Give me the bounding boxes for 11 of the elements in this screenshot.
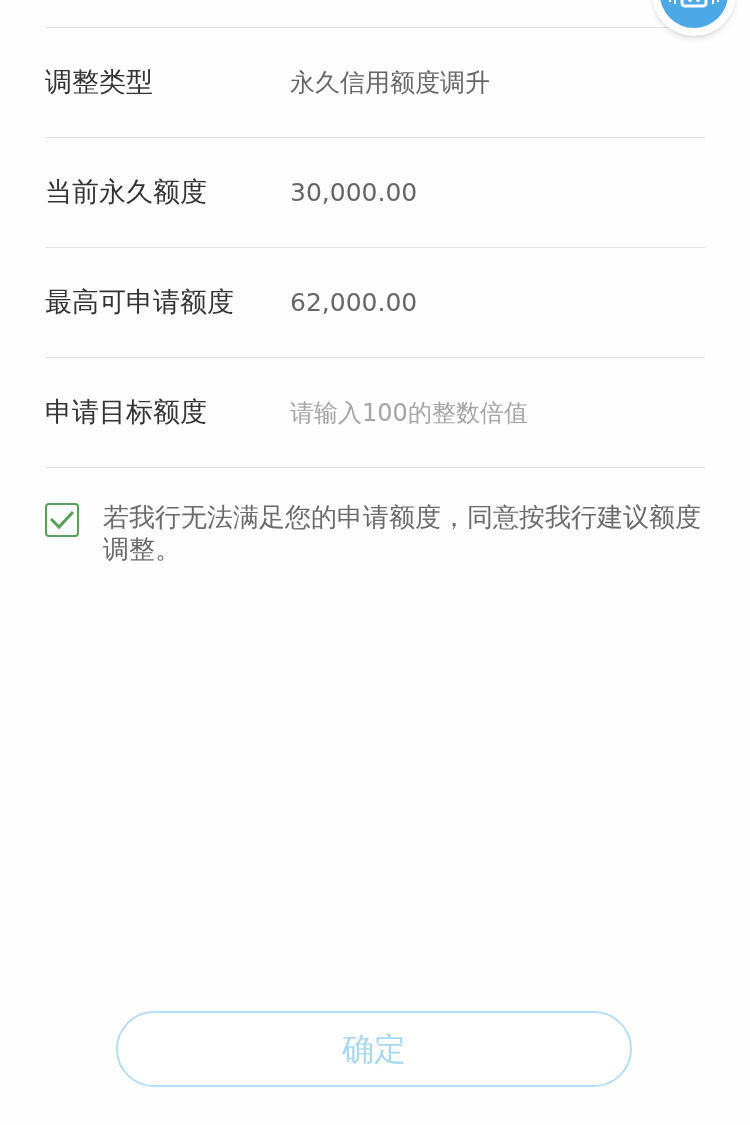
checkbox[interactable] [45,503,79,537]
row-label: 最高可申请额度 [45,285,235,320]
row-label: 当前永久额度 [45,175,208,210]
row-label: 调整类型 [45,65,154,100]
agreement-text: 若我行无法满足您的申请额度，同意按我行建议额度调整。 [103,501,702,565]
row-value: 30,000.00 [290,176,418,209]
check-icon [49,510,75,530]
row-value: 永久信用额度调升 [290,66,490,99]
amount-input-field[interactable]: 请输入100的整数倍值 [290,394,670,431]
row-label: 申请目标额度 [45,395,208,430]
row-value: 62,000.00 [290,286,418,319]
